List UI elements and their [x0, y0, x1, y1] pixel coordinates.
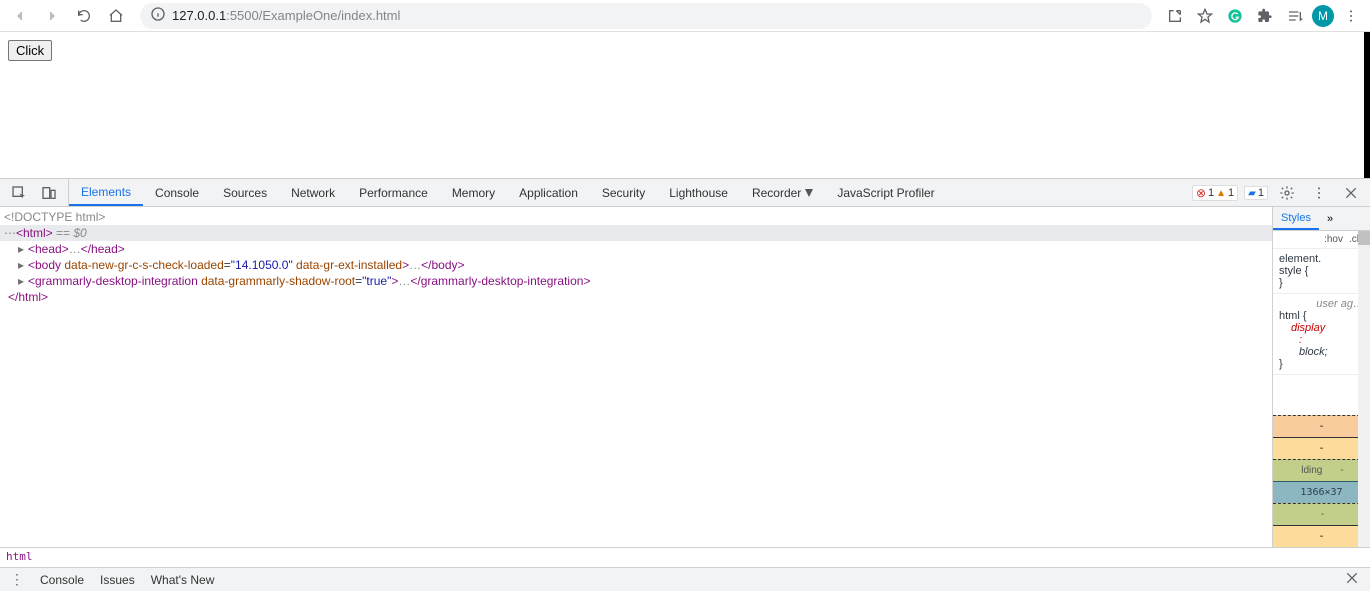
extensions-icon[interactable]	[1252, 3, 1278, 29]
tab-security[interactable]: Security	[590, 179, 657, 206]
hov-toggle[interactable]: :hov	[1324, 234, 1343, 245]
url-text: 127.0.0.1:5500/ExampleOne/index.html	[172, 8, 400, 23]
reading-list-icon[interactable]	[1282, 3, 1308, 29]
drawer-kebab-icon[interactable]: ⋮	[10, 571, 24, 588]
dom-line[interactable]: ▸<grammarly-desktop-integration data-gra…	[0, 273, 1272, 289]
forward-button[interactable]	[38, 2, 66, 30]
breadcrumb[interactable]: html	[0, 547, 1370, 567]
reload-button[interactable]	[70, 2, 98, 30]
styles-tab[interactable]: Styles	[1273, 207, 1319, 230]
bm-margin: -	[1273, 415, 1370, 437]
devtools-panel: Elements Console Sources Network Perform…	[0, 178, 1370, 591]
tab-elements[interactable]: Elements	[69, 179, 143, 206]
devtools-close-icon[interactable]	[1338, 180, 1364, 206]
styles-more-icon[interactable]: »	[1319, 207, 1341, 230]
dom-line[interactable]: <!DOCTYPE html>	[0, 209, 1272, 225]
devtools-drawer: ⋮ Console Issues What's New	[0, 567, 1370, 591]
inspect-element-icon[interactable]	[6, 180, 32, 206]
error-badge[interactable]: 1 1	[1192, 185, 1238, 201]
bm-padding: -	[1273, 503, 1370, 525]
bm-padding: lding -	[1273, 459, 1370, 481]
tab-memory[interactable]: Memory	[440, 179, 507, 206]
back-button[interactable]	[6, 2, 34, 30]
dom-line[interactable]: </html>	[0, 289, 1272, 305]
click-button[interactable]: Click	[8, 40, 52, 61]
browser-toolbar: 127.0.0.1:5500/ExampleOne/index.html M	[0, 0, 1370, 32]
messages-badge[interactable]: 1	[1244, 186, 1268, 200]
settings-gear-icon[interactable]	[1274, 180, 1300, 206]
tab-lighthouse[interactable]: Lighthouse	[657, 179, 740, 206]
share-icon[interactable]	[1162, 3, 1188, 29]
address-bar[interactable]: 127.0.0.1:5500/ExampleOne/index.html	[140, 3, 1152, 29]
tab-jsprofiler[interactable]: JavaScript Profiler	[825, 179, 946, 206]
tab-recorder[interactable]: Recorder	[740, 179, 825, 206]
profile-avatar[interactable]: M	[1312, 5, 1334, 27]
page-viewport: Click	[0, 32, 1370, 178]
tab-sources[interactable]: Sources	[211, 179, 279, 206]
home-button[interactable]	[102, 2, 130, 30]
dom-line-selected[interactable]: ⋯<html> == $0	[0, 225, 1272, 241]
kebab-menu-icon[interactable]	[1338, 3, 1364, 29]
drawer-tab-whatsnew[interactable]: What's New	[151, 573, 215, 587]
bm-border: -	[1273, 437, 1370, 459]
drawer-close-icon[interactable]	[1344, 570, 1360, 589]
bookmark-star-icon[interactable]	[1192, 3, 1218, 29]
grammarly-icon[interactable]	[1222, 3, 1248, 29]
elements-tree[interactable]: <!DOCTYPE html> ⋯<html> == $0 ▸<head>…</…	[0, 207, 1272, 547]
tab-application[interactable]: Application	[507, 179, 590, 206]
box-model: - - lding - 1366×37 - -	[1273, 375, 1370, 547]
tab-network[interactable]: Network	[279, 179, 347, 206]
drawer-tab-issues[interactable]: Issues	[100, 573, 135, 587]
dom-line[interactable]: ▸<body data-new-gr-c-s-check-loaded="14.…	[0, 257, 1272, 273]
html-rule[interactable]: user ag… html { display : block; }	[1273, 294, 1370, 375]
dom-line[interactable]: ▸<head>…</head>	[0, 241, 1272, 257]
drawer-tab-console[interactable]: Console	[40, 573, 84, 587]
scrollbar[interactable]	[1358, 231, 1370, 547]
bm-border: -	[1273, 525, 1370, 547]
tab-performance[interactable]: Performance	[347, 179, 440, 206]
styles-panel: Styles » :hov .cls element. style { } us…	[1272, 207, 1370, 547]
info-icon[interactable]	[150, 6, 166, 25]
devtools-kebab-icon[interactable]	[1306, 180, 1332, 206]
element-style-rule[interactable]: element. style { }	[1273, 249, 1370, 294]
device-toggle-icon[interactable]	[36, 180, 62, 206]
bm-content: 1366×37	[1273, 481, 1370, 503]
devtools-tabbar: Elements Console Sources Network Perform…	[0, 179, 1370, 207]
tab-console[interactable]: Console	[143, 179, 211, 206]
